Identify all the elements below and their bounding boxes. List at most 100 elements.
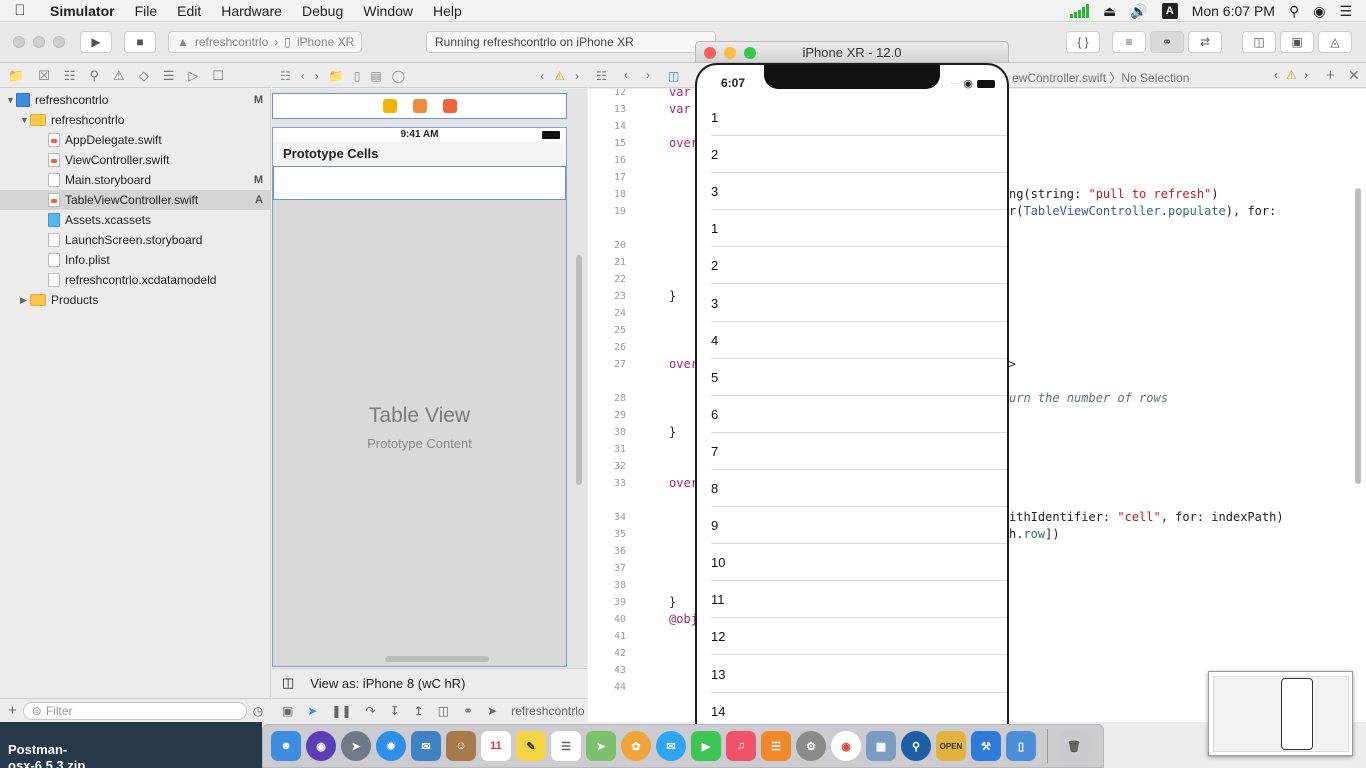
tree-item-tableviewcontroller[interactable]: TableViewController.swift A [0, 190, 271, 210]
back-icon[interactable]: ‹ [301, 69, 305, 83]
close-icon[interactable]: ✕ [1348, 67, 1360, 84]
file-icon[interactable]: ▯ [354, 69, 361, 83]
assistant-editor-button[interactable]: ⚭ [1150, 31, 1184, 53]
photos-icon[interactable]: ✿ [621, 731, 651, 761]
tree-item-viewcontroller[interactable]: ViewController.swift [0, 150, 271, 170]
source-control-icon[interactable]: ☒ [38, 68, 50, 84]
siri-icon[interactable]: ◉ [306, 731, 336, 761]
table-row[interactable]: 13 [697, 656, 1007, 693]
launchpad-icon[interactable]: ➤ [341, 731, 371, 761]
menu-file[interactable]: File [125, 3, 168, 19]
menu-edit[interactable]: Edit [167, 3, 211, 19]
table-row[interactable]: 14 [697, 693, 1007, 724]
chrome-icon[interactable]: ◉ [831, 731, 861, 761]
menu-debug[interactable]: Debug [292, 3, 353, 19]
run-button[interactable]: ▶ [80, 31, 112, 53]
pause-icon[interactable]: ❚❚ [331, 704, 351, 718]
preview-icon[interactable]: ▦ [866, 731, 896, 761]
forward-icon[interactable]: › [646, 68, 650, 82]
issue-prev-icon[interactable]: ‹ [540, 69, 544, 83]
hide-debug-icon[interactable]: ▣ [282, 704, 293, 718]
open-app-icon[interactable]: OPEN [936, 731, 966, 761]
reminders-icon[interactable]: ☰ [551, 731, 581, 761]
screenshot-thumbnail[interactable] [1208, 671, 1353, 756]
folder-icon[interactable]: 📁 [329, 69, 344, 83]
menu-hardware[interactable]: Hardware [211, 3, 292, 19]
location-icon[interactable]: ➤ [487, 704, 497, 718]
file-icon[interactable]: ◫ [668, 69, 679, 83]
warning-icon[interactable]: ⚠ [113, 68, 125, 84]
quicktime-icon[interactable]: ⚲ [901, 731, 931, 761]
spotlight-icon[interactable]: ⚲ [1289, 3, 1299, 20]
toggle-inspector-button[interactable]: ◬ [1318, 31, 1352, 53]
eject-icon[interactable]: ⏏ [1103, 3, 1116, 20]
tree-item-infoplist[interactable]: Info.plist [0, 250, 271, 270]
breakpoints-icon[interactable]: ➤ [307, 704, 317, 718]
step-over-icon[interactable]: ↷ [366, 704, 376, 718]
jump-bar-path[interactable]: ewController.swift 〉No Selection [1012, 69, 1189, 86]
step-out-icon[interactable]: ↥ [414, 704, 424, 718]
notification-center-icon[interactable]: ☰ [1339, 3, 1352, 20]
table-row[interactable]: 6 [697, 396, 1007, 433]
tree-item-appdelegate[interactable]: AppDelegate.swift [0, 130, 271, 150]
facetime-icon[interactable]: ▶ [691, 731, 721, 761]
standard-editor-button[interactable]: ≡ [1112, 31, 1146, 53]
warning-icon[interactable]: ⚠ [554, 69, 565, 83]
menu-clock[interactable]: Mon 6:07 PM [1192, 3, 1275, 19]
sim-zoom-button[interactable] [744, 47, 756, 59]
menu-app[interactable]: Simulator [40, 3, 125, 19]
exit-icon[interactable] [442, 99, 457, 113]
menu-help[interactable]: Help [423, 3, 472, 19]
tree-item-launchscreen[interactable]: LaunchScreen.storyboard [0, 230, 271, 250]
recent-files-icon[interactable]: ◷ [253, 704, 263, 718]
table-row[interactable]: 4 [697, 322, 1007, 359]
report-icon[interactable]: ☐ [212, 68, 224, 84]
issue-next-icon[interactable]: › [1304, 68, 1308, 82]
tree-item-assets[interactable]: Assets.xcassets [0, 210, 271, 230]
sim-minimize-button[interactable] [724, 47, 736, 59]
table-view-scene[interactable]: 9:41 AM Prototype Cells Table View Proto… [272, 127, 567, 667]
tree-item-datamodel[interactable]: refreshcontrlo.xcdatamodeld [0, 270, 271, 290]
add-icon[interactable]: + [8, 702, 17, 719]
activity-monitor-icon[interactable] [1070, 4, 1090, 18]
table-row[interactable]: 3 [697, 173, 1007, 211]
debug-icon[interactable]: ☰ [163, 68, 175, 84]
canvas-horizontal-scrollbar[interactable] [385, 656, 489, 662]
test-icon[interactable]: ◇ [139, 68, 149, 84]
filter-input[interactable]: ⊜ Filter [22, 701, 247, 720]
messages-icon[interactable]: ✉ [656, 731, 686, 761]
xcode-icon[interactable]: ⚒ [971, 731, 1001, 761]
warning-icon[interactable]: ⚠ [1286, 68, 1297, 82]
siri-icon[interactable]: ◉ [1313, 3, 1325, 20]
scheme-selector[interactable]: ▲ refreshcontrlo › ▯ iPhone XR [168, 31, 362, 53]
add-editor-icon[interactable]: + [1326, 67, 1335, 84]
tree-item-products[interactable]: ▶ Products [0, 290, 271, 310]
toggle-navigator-button[interactable]: ◫ [1242, 31, 1276, 53]
apple-icon[interactable]:  [0, 2, 40, 19]
input-source-icon[interactable]: A [1161, 3, 1178, 19]
table-row[interactable]: 2 [697, 247, 1007, 285]
issue-prev-icon[interactable]: ‹ [1274, 68, 1278, 82]
folder-icon[interactable]: 📁 [8, 68, 24, 84]
table-row[interactable]: 9 [697, 507, 1007, 545]
document-outline-icon[interactable]: ◫ [282, 675, 294, 691]
contacts-icon[interactable]: ☺ [446, 731, 476, 761]
table-row[interactable]: 5 [697, 359, 1007, 396]
storyboard-canvas[interactable]: 9:41 AM Prototype Cells Table View Proto… [272, 89, 587, 667]
prototype-cell[interactable] [273, 166, 566, 200]
table-row[interactable]: 1 [697, 210, 1007, 248]
maps-icon[interactable]: ➤ [586, 731, 616, 761]
view-icon[interactable]: ◯ [392, 69, 405, 83]
table-row[interactable]: 2 [697, 136, 1007, 174]
step-in-icon[interactable]: ↧ [390, 704, 400, 718]
disclosure-closed-icon[interactable]: ▶ [20, 295, 30, 306]
disclosure-open-icon[interactable]: ▼ [6, 95, 16, 105]
library-button[interactable]: { } [1066, 31, 1100, 53]
trash-icon[interactable]: 🗑 [1059, 731, 1089, 761]
disclosure-open-icon[interactable]: ▼ [20, 115, 30, 125]
table-row[interactable]: 7 [697, 433, 1007, 470]
hierarchy-icon[interactable]: ☷ [64, 68, 76, 84]
view-as-button[interactable]: View as: iPhone 8 (wC hR) [310, 676, 465, 691]
books-icon[interactable]: ☰ [761, 731, 791, 761]
breakpoint-icon[interactable]: ▷ [188, 68, 198, 84]
